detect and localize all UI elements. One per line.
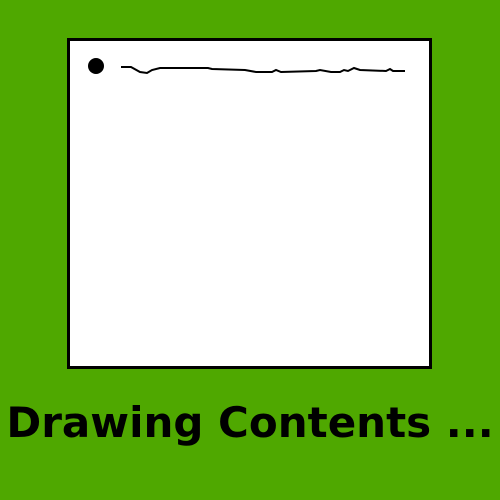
brush-dot: [88, 58, 104, 74]
drawing-canvas[interactable]: [67, 38, 432, 369]
drawn-stroke: [121, 66, 405, 75]
status-caption: Drawing Contents ...: [6, 398, 494, 447]
